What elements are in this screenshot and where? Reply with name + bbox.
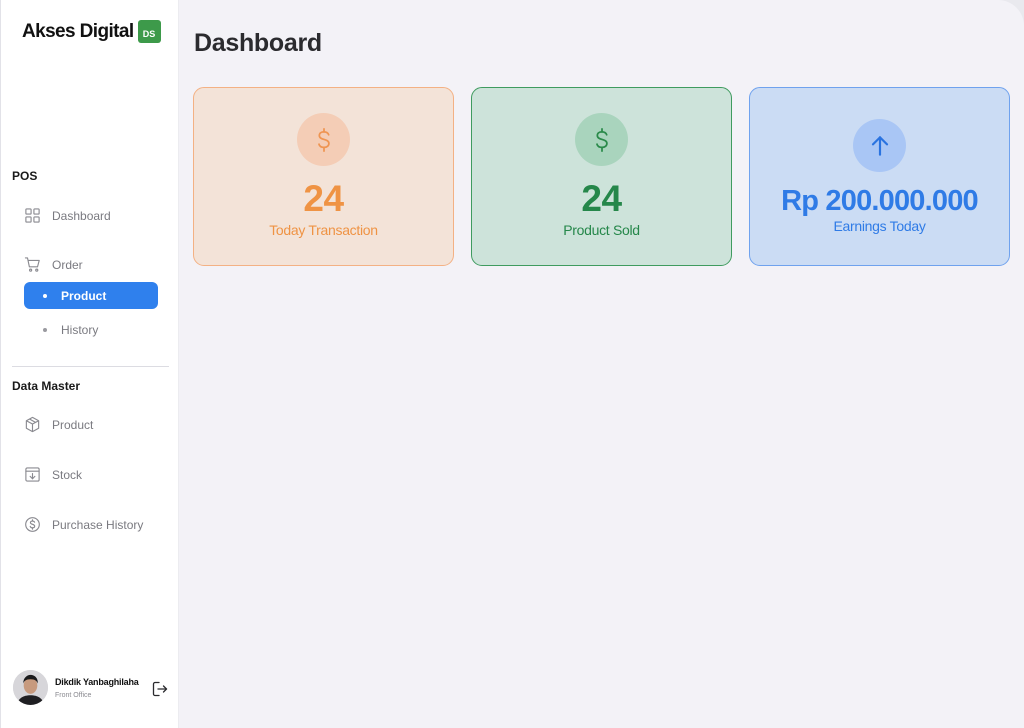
sidebar-item-label: Purchase History (52, 517, 144, 532)
stat-card-earnings-today: Rp 200.000.000 Earnings Today (749, 87, 1010, 266)
sidebar-item-stock[interactable]: Stock (24, 466, 82, 483)
stat-label: Today Transaction (269, 222, 378, 238)
box-icon (24, 416, 41, 433)
sidebar-divider (12, 366, 169, 367)
sidebar-item-dashboard[interactable]: Dashboard (24, 207, 111, 224)
bullet-icon (43, 327, 47, 332)
bullet-icon (43, 293, 47, 298)
stat-value: 24 (581, 178, 622, 219)
sidebar: Akses Digital DS POS Dashboard Order Pro… (0, 0, 179, 728)
sidebar-item-product[interactable]: Product (24, 416, 93, 433)
brand-name: Akses Digital (22, 20, 134, 42)
arrow-up-icon (853, 119, 906, 172)
sidebar-item-purchase-history[interactable]: Purchase History (24, 516, 143, 533)
stat-label: Product Sold (563, 222, 640, 238)
user-role: Front Office (55, 691, 92, 699)
section-title-data-master: Data Master (12, 379, 81, 393)
grid-icon (24, 207, 41, 224)
sidebar-item-order[interactable]: Order (24, 256, 83, 273)
sidebar-subitem-label: Product (61, 288, 107, 303)
user-profile[interactable]: Dikdik Yanbaghilaha Front Office (13, 670, 139, 705)
cart-icon (24, 256, 41, 273)
avatar (13, 670, 48, 705)
sidebar-subitem-product[interactable]: Product (24, 282, 158, 309)
sidebar-item-label: Dashboard (52, 208, 111, 223)
brand-badge: DS (137, 20, 161, 43)
stat-label: Earnings Today (833, 218, 926, 234)
stat-value: Rp 200.000.000 (781, 185, 979, 217)
sidebar-item-label: Product (52, 417, 94, 432)
app-frame: Akses Digital DS POS Dashboard Order Pro… (0, 0, 1024, 728)
sidebar-subitem-label: History (61, 322, 99, 337)
sidebar-item-label: Order (52, 257, 83, 272)
section-title-pos: POS (12, 169, 38, 183)
dollar-circle-icon (24, 516, 41, 533)
brand-logo[interactable]: Akses Digital DS (22, 20, 161, 43)
logout-icon[interactable] (151, 680, 169, 698)
stat-card-today-transaction: 24 Today Transaction (193, 87, 454, 266)
page-title: Dashboard (194, 29, 322, 57)
sidebar-item-label: Stock (52, 467, 83, 482)
stat-value: 24 (303, 178, 344, 219)
stat-card-product-sold: 24 Product Sold (471, 87, 732, 266)
user-name: Dikdik Yanbaghilaha (55, 676, 139, 687)
inbox-download-icon (24, 466, 41, 483)
dollar-icon (575, 113, 628, 166)
sidebar-subitem-history[interactable]: History (24, 316, 158, 343)
dollar-icon (297, 113, 350, 166)
